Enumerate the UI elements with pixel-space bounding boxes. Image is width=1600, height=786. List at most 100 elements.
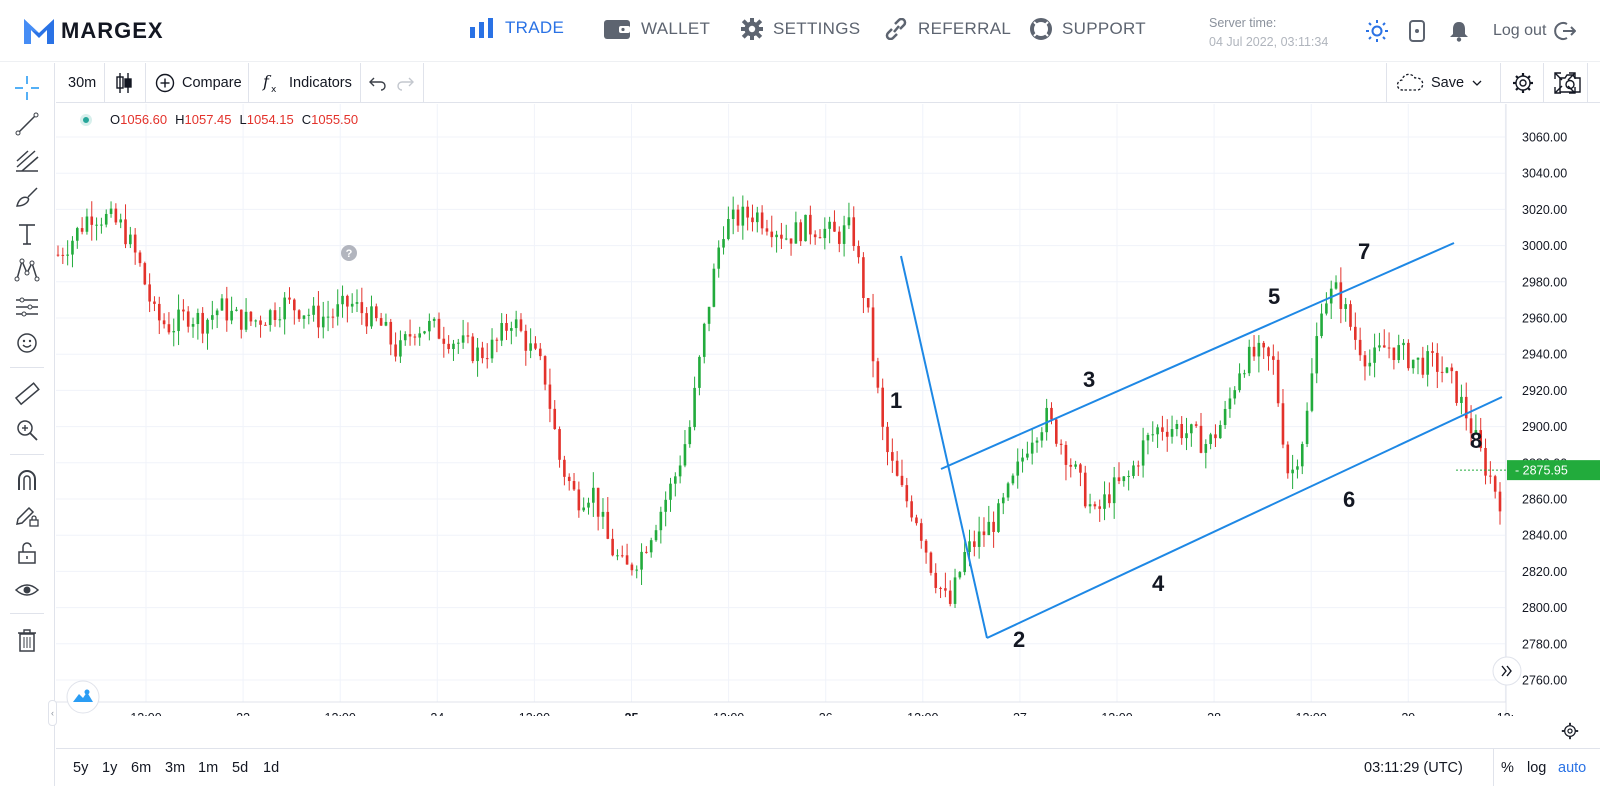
range-button-1m[interactable]: 1m <box>198 749 218 786</box>
candle-body <box>1484 448 1487 476</box>
candle-body <box>1382 345 1386 348</box>
candle-body <box>288 297 291 300</box>
compare-button[interactable]: Compare <box>155 63 242 103</box>
candle-body <box>278 319 282 321</box>
candle-body <box>384 321 388 326</box>
range-button-6m[interactable]: 6m <box>131 749 151 786</box>
utc-clock[interactable]: 03:11:29 (UTC) <box>1364 749 1463 786</box>
range-button-3m[interactable]: 3m <box>165 749 185 786</box>
smiley-icon <box>17 333 37 353</box>
candle-body <box>1238 373 1241 391</box>
text-tool[interactable] <box>14 221 40 247</box>
sun-icon[interactable] <box>1366 20 1388 42</box>
candle-body <box>456 342 460 344</box>
nav-trade[interactable]: TRADE <box>469 18 564 38</box>
candle-body <box>1257 342 1261 357</box>
zoom-tool[interactable] <box>14 417 40 443</box>
scroll-to-latest-icon[interactable] <box>1492 656 1522 686</box>
candle-body <box>645 551 648 553</box>
candle-body <box>625 555 629 565</box>
price-tick-label: 3020.00 <box>1522 203 1567 217</box>
candle-body <box>80 228 84 232</box>
nav-settings[interactable]: SETTINGS <box>741 18 860 40</box>
price-chart[interactable]: 3060.00 3040.00 3020.00 3000.00 2980.00 2960.… <box>56 104 1600 716</box>
brand-logo[interactable]: MARGEX <box>23 17 164 45</box>
brush-tool[interactable] <box>14 184 40 210</box>
pattern-tool[interactable] <box>14 257 40 283</box>
nav-support[interactable]: SUPPORT <box>1030 18 1146 40</box>
range-button-1d[interactable]: 1d <box>263 749 279 786</box>
ohlc-legend: O 1056.60 H 1057.45 L 1054.15 C 1055.50 <box>80 112 366 127</box>
candle-body <box>1407 342 1410 369</box>
bell-icon[interactable] <box>1449 20 1469 42</box>
camera-icon[interactable] <box>1558 72 1582 94</box>
tradingview-logo-icon[interactable] <box>66 680 100 714</box>
prediction-tool[interactable] <box>14 294 40 320</box>
crosshair-tool[interactable] <box>14 75 40 101</box>
save-layout-button[interactable]: Save <box>1396 63 1483 103</box>
undo-button[interactable] <box>369 63 387 103</box>
mobile-icon[interactable] <box>1409 20 1425 42</box>
candle-body <box>1247 346 1251 374</box>
candle-body <box>876 361 880 388</box>
ruler-tool[interactable] <box>14 381 40 407</box>
nav-support-label: SUPPORT <box>1062 19 1146 38</box>
candle-body <box>1325 303 1328 314</box>
candle-body <box>640 551 643 570</box>
lifebuoy-icon <box>1030 18 1052 40</box>
nav-wallet[interactable]: WALLET <box>603 18 710 40</box>
visibility-tool[interactable] <box>14 577 40 603</box>
candle-body <box>490 339 494 359</box>
open-key: O <box>110 112 121 127</box>
help-icon[interactable]: ? <box>341 245 357 261</box>
redo-button[interactable] <box>396 63 414 103</box>
candle-body <box>823 228 827 239</box>
candle-body <box>437 318 441 339</box>
indicators-button[interactable]: f x Indicators <box>262 63 352 103</box>
logout-button[interactable]: Log out <box>1493 21 1577 41</box>
remove-drawings-tool[interactable] <box>14 627 40 653</box>
time-tick-label: 24 <box>430 711 444 716</box>
lock-drawing-tool[interactable] <box>14 503 40 529</box>
gear-icon <box>741 18 763 40</box>
interval-button[interactable]: 30m <box>68 63 96 103</box>
candle-body <box>1045 407 1048 433</box>
lock-all-tool[interactable] <box>14 540 40 566</box>
candle-body <box>1378 345 1381 348</box>
emoji-tool[interactable] <box>14 330 40 356</box>
collapse-toolbar-handle[interactable]: ‹ <box>48 700 57 726</box>
candle-body <box>85 216 89 232</box>
trend-line-tool[interactable] <box>14 111 40 137</box>
range-button-1y[interactable]: 1y <box>102 749 117 786</box>
candle-body <box>244 311 248 330</box>
chart-type-button[interactable] <box>115 63 133 103</box>
chart-settings-button[interactable] <box>1512 63 1534 103</box>
axis-settings-icon[interactable] <box>1561 722 1579 740</box>
fib-tool[interactable] <box>14 147 40 173</box>
log-label: log <box>1527 760 1547 776</box>
candle-body <box>283 297 286 320</box>
candle-body <box>582 507 585 511</box>
candles-icon <box>116 73 132 93</box>
percent-toggle[interactable]: % <box>1501 749 1514 786</box>
candle-body <box>674 476 677 484</box>
candle-body <box>519 319 523 331</box>
candle-body <box>1416 357 1420 360</box>
toolbar-divider <box>10 613 44 614</box>
log-toggle[interactable]: log <box>1527 749 1546 786</box>
candle-body <box>418 333 422 338</box>
nav-referral[interactable]: REFERRAL <box>884 18 1011 40</box>
candle-body <box>1079 464 1082 473</box>
nav-wallet-label: WALLET <box>641 19 711 38</box>
candle-body <box>1460 396 1463 403</box>
auto-scale-toggle[interactable]: auto <box>1558 749 1586 786</box>
range-button-5y[interactable]: 5y <box>73 749 88 786</box>
magnet-tool[interactable] <box>14 467 40 493</box>
price-tick-label: 3040.00 <box>1522 167 1567 181</box>
gear-icon <box>1513 73 1533 93</box>
candle-body <box>235 309 238 311</box>
candle-body <box>765 228 769 232</box>
range-button-5d[interactable]: 5d <box>232 749 248 786</box>
candle-body <box>1074 464 1077 467</box>
candle-body <box>852 217 856 247</box>
